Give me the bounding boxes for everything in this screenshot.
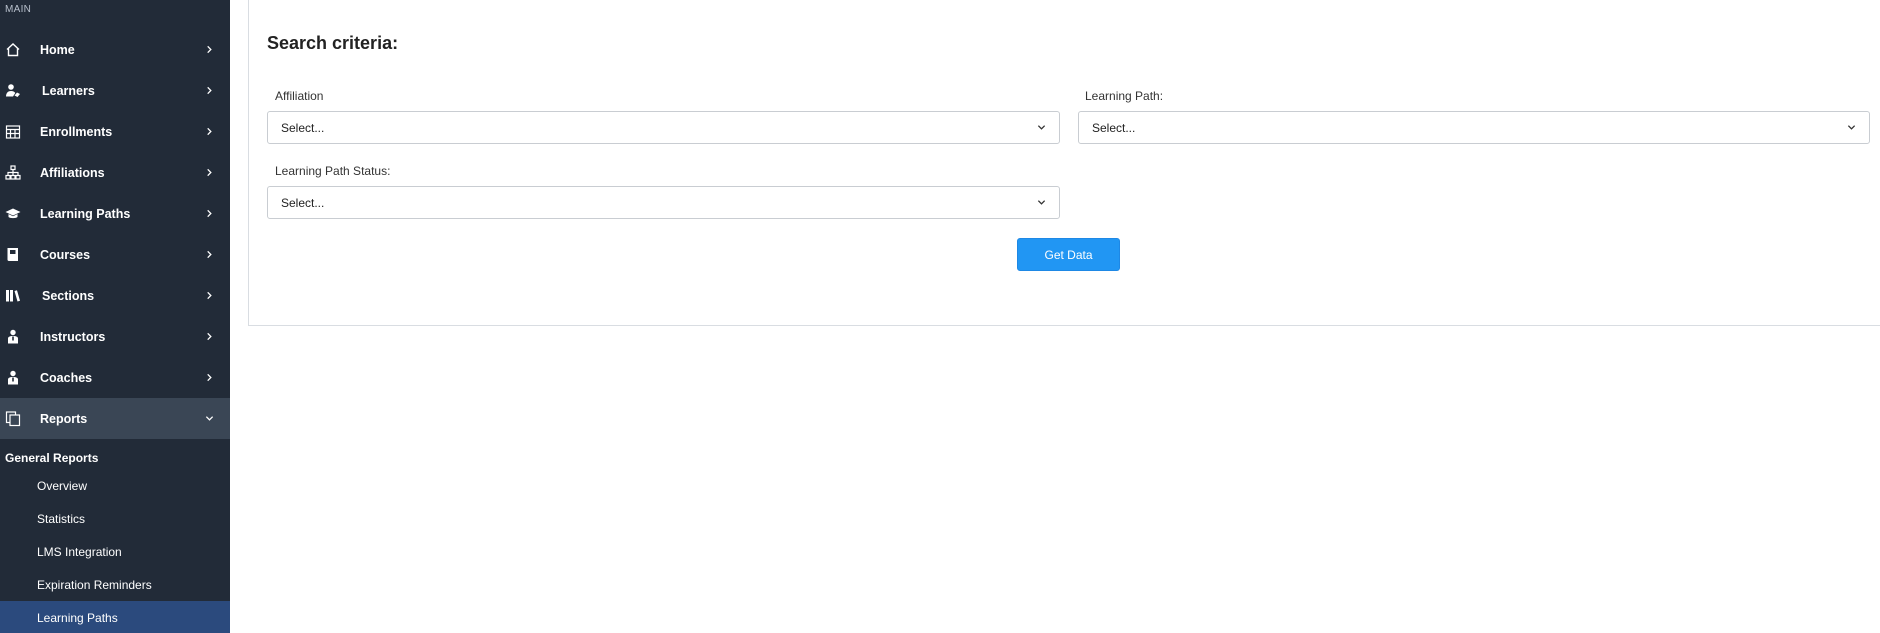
chevron-down-icon (1036, 198, 1046, 208)
org-chart-icon (4, 164, 21, 181)
books-shelf-icon (4, 287, 21, 304)
sub-item-statistics[interactable]: Statistics (0, 502, 230, 535)
learners-icon (4, 82, 21, 99)
sidebar-item-learning-paths[interactable]: Learning Paths (0, 193, 230, 234)
sidebar-item-enrollments[interactable]: Enrollments (0, 111, 230, 152)
select-value: Select... (1092, 120, 1136, 135)
chevron-right-icon (204, 127, 214, 137)
subgroup-title: General Reports (5, 451, 99, 465)
page-title: Search criteria: (267, 33, 399, 53)
sub-item-overview[interactable]: Overview (0, 469, 230, 502)
sidebar-item-home[interactable]: Home (0, 29, 230, 70)
sub-item-learning-paths[interactable]: Learning Paths (0, 601, 230, 633)
learning-path-label: Learning Path: (1085, 89, 1164, 103)
chevron-right-icon (204, 86, 214, 96)
search-criteria-panel: Search criteria: Affiliation Select... L… (248, 0, 1880, 326)
chevron-right-icon (204, 332, 214, 342)
chevron-right-icon (204, 209, 214, 219)
sidebar-item-label: Coaches (40, 370, 93, 385)
chevron-right-icon (204, 168, 214, 178)
sidebar-item-label: Learners (42, 83, 95, 98)
instructor-icon (4, 328, 21, 345)
chevron-down-icon (204, 414, 214, 424)
sidebar: MAIN Home Learners Enrollments Affiliati… (0, 0, 230, 633)
sidebar-item-label: Sections (42, 288, 95, 303)
select-value: Select... (281, 195, 325, 210)
sidebar-menu: Home Learners Enrollments Affiliations L… (0, 29, 230, 439)
sub-item-lms-integration[interactable]: LMS Integration (0, 535, 230, 568)
sidebar-item-learners[interactable]: Learners (0, 70, 230, 111)
learning-path-select[interactable]: Select... (1078, 111, 1870, 144)
get-data-button[interactable]: Get Data (1017, 238, 1120, 271)
sidebar-section-label: MAIN (5, 4, 32, 15)
reports-submenu: Overview Statistics LMS Integration Expi… (0, 469, 230, 633)
sidebar-item-label: Enrollments (40, 124, 113, 139)
graduation-cap-icon (4, 205, 21, 222)
copy-icon (4, 410, 21, 427)
affiliation-select[interactable]: Select... (267, 111, 1060, 144)
affiliation-label: Affiliation (275, 89, 324, 103)
sub-item-expiration-reminders[interactable]: Expiration Reminders (0, 568, 230, 601)
calendar-icon (4, 123, 21, 140)
chevron-right-icon (204, 373, 214, 383)
chevron-right-icon (204, 291, 214, 301)
sidebar-item-courses[interactable]: Courses (0, 234, 230, 275)
home-icon (4, 41, 21, 58)
select-value: Select... (281, 120, 325, 135)
sidebar-item-label: Reports (40, 411, 88, 426)
sidebar-item-affiliations[interactable]: Affiliations (0, 152, 230, 193)
chevron-right-icon (204, 250, 214, 260)
book-icon (4, 246, 21, 263)
chevron-down-icon (1036, 123, 1046, 133)
sidebar-item-label: Courses (40, 247, 91, 262)
sidebar-item-label: Learning Paths (40, 206, 131, 221)
sidebar-item-coaches[interactable]: Coaches (0, 357, 230, 398)
app-root: MAIN Home Learners Enrollments Affiliati… (0, 0, 1880, 633)
sidebar-item-label: Home (40, 42, 75, 57)
sidebar-item-sections[interactable]: Sections (0, 275, 230, 316)
learning-path-status-label: Learning Path Status: (275, 164, 391, 178)
sidebar-item-label: Affiliations (40, 165, 105, 180)
sidebar-item-instructors[interactable]: Instructors (0, 316, 230, 357)
coach-icon (4, 369, 21, 386)
learning-path-status-select[interactable]: Select... (267, 186, 1060, 219)
chevron-down-icon (1846, 123, 1856, 133)
sidebar-item-label: Instructors (40, 329, 106, 344)
sidebar-item-reports[interactable]: Reports (0, 398, 230, 439)
chevron-right-icon (204, 45, 214, 55)
